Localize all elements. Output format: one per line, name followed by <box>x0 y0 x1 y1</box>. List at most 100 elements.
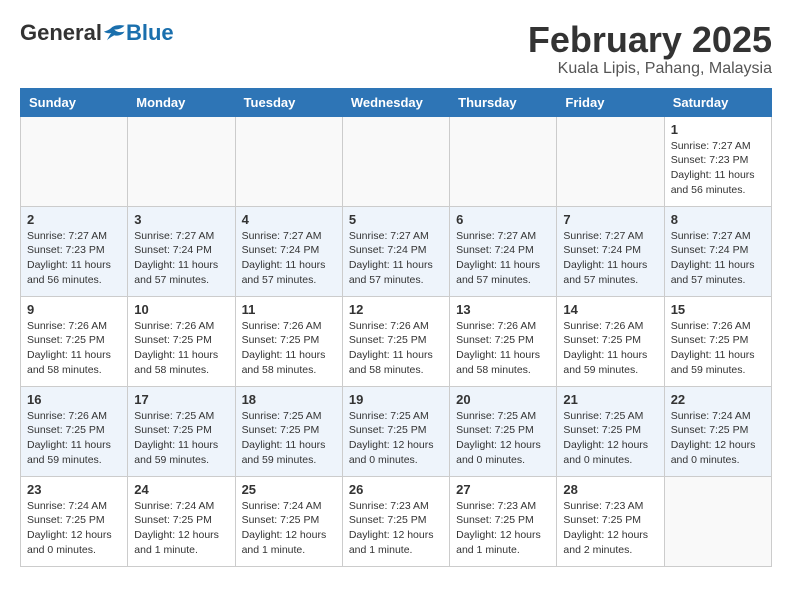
calendar-week-row: 23Sunrise: 7:24 AM Sunset: 7:25 PM Dayli… <box>21 476 772 566</box>
day-info: Sunrise: 7:27 AM Sunset: 7:24 PM Dayligh… <box>671 229 765 288</box>
calendar-day-cell: 18 Sunrise: 7:25 AM Sunset: 7:25 PM Dayli… <box>235 386 342 476</box>
calendar-day-cell: 7 Sunrise: 7:27 AM Sunset: 7:24 PM Daylig… <box>557 206 664 296</box>
day-info: Sunrise: 7:24 AM Sunset: 7:25 PM Dayligh… <box>242 499 336 558</box>
day-number: 21 <box>563 392 657 407</box>
weekday-header-row: SundayMondayTuesdayWednesdayThursdayFrid… <box>21 88 772 116</box>
day-number: 1 <box>671 122 765 137</box>
day-number: 27 <box>456 482 550 497</box>
calendar-day-cell: 25 Sunrise: 7:24 AM Sunset: 7:25 PM Dayli… <box>235 476 342 566</box>
day-number: 4 <box>242 212 336 227</box>
page-header: General Blue February 2025 Kuala Lipis, … <box>20 20 772 78</box>
calendar-day-cell: 16Sunrise: 7:26 AM Sunset: 7:25 PM Dayli… <box>21 386 128 476</box>
day-number: 25 <box>242 482 336 497</box>
day-info: Sunrise: 7:26 AM Sunset: 7:25 PM Dayligh… <box>671 319 765 378</box>
day-number: 8 <box>671 212 765 227</box>
day-info: Sunrise: 7:25 AM Sunset: 7:25 PM Dayligh… <box>456 409 550 468</box>
calendar-day-cell: 23Sunrise: 7:24 AM Sunset: 7:25 PM Dayli… <box>21 476 128 566</box>
weekday-header-cell: Sunday <box>21 88 128 116</box>
calendar-day-cell: 24 Sunrise: 7:24 AM Sunset: 7:25 PM Dayli… <box>128 476 235 566</box>
calendar-day-cell: 8 Sunrise: 7:27 AM Sunset: 7:24 PM Daylig… <box>664 206 771 296</box>
day-info: Sunrise: 7:27 AM Sunset: 7:24 PM Dayligh… <box>134 229 228 288</box>
day-info: Sunrise: 7:23 AM Sunset: 7:25 PM Dayligh… <box>456 499 550 558</box>
day-number: 3 <box>134 212 228 227</box>
day-number: 15 <box>671 302 765 317</box>
logo-bird-icon <box>104 24 126 42</box>
calendar-day-cell: 26Sunrise: 7:23 AM Sunset: 7:25 PM Dayli… <box>342 476 449 566</box>
day-info: Sunrise: 7:27 AM Sunset: 7:24 PM Dayligh… <box>456 229 550 288</box>
calendar-day-cell: 28 Sunrise: 7:23 AM Sunset: 7:25 PM Dayli… <box>557 476 664 566</box>
calendar-day-cell: 2 Sunrise: 7:27 AM Sunset: 7:23 PM Daylig… <box>21 206 128 296</box>
calendar-day-cell: 17 Sunrise: 7:25 AM Sunset: 7:25 PM Dayli… <box>128 386 235 476</box>
day-info: Sunrise: 7:27 AM Sunset: 7:24 PM Dayligh… <box>242 229 336 288</box>
day-info: Sunrise: 7:26 AM Sunset: 7:25 PM Dayligh… <box>563 319 657 378</box>
day-info: Sunrise: 7:24 AM Sunset: 7:25 PM Dayligh… <box>27 499 121 558</box>
calendar-week-row: 2 Sunrise: 7:27 AM Sunset: 7:23 PM Daylig… <box>21 206 772 296</box>
calendar-day-cell <box>342 116 449 206</box>
day-number: 13 <box>456 302 550 317</box>
calendar-day-cell <box>450 116 557 206</box>
calendar-week-row: 16Sunrise: 7:26 AM Sunset: 7:25 PM Dayli… <box>21 386 772 476</box>
calendar-day-cell: 9 Sunrise: 7:26 AM Sunset: 7:25 PM Daylig… <box>21 296 128 386</box>
day-info: Sunrise: 7:25 AM Sunset: 7:25 PM Dayligh… <box>349 409 443 468</box>
day-info: Sunrise: 7:25 AM Sunset: 7:25 PM Dayligh… <box>242 409 336 468</box>
day-info: Sunrise: 7:27 AM Sunset: 7:24 PM Dayligh… <box>563 229 657 288</box>
weekday-header-cell: Saturday <box>664 88 771 116</box>
calendar-day-cell: 15 Sunrise: 7:26 AM Sunset: 7:25 PM Dayli… <box>664 296 771 386</box>
day-number: 9 <box>27 302 121 317</box>
day-info: Sunrise: 7:24 AM Sunset: 7:25 PM Dayligh… <box>134 499 228 558</box>
calendar-day-cell: 6 Sunrise: 7:27 AM Sunset: 7:24 PM Daylig… <box>450 206 557 296</box>
day-info: Sunrise: 7:26 AM Sunset: 7:25 PM Dayligh… <box>456 319 550 378</box>
weekday-header-cell: Wednesday <box>342 88 449 116</box>
day-number: 22 <box>671 392 765 407</box>
day-number: 14 <box>563 302 657 317</box>
calendar-day-cell: 12 Sunrise: 7:26 AM Sunset: 7:25 PM Dayli… <box>342 296 449 386</box>
day-info: Sunrise: 7:25 AM Sunset: 7:25 PM Dayligh… <box>134 409 228 468</box>
day-info: Sunrise: 7:27 AM Sunset: 7:23 PM Dayligh… <box>671 139 765 198</box>
day-number: 18 <box>242 392 336 407</box>
calendar-day-cell: 11Sunrise: 7:26 AM Sunset: 7:25 PM Dayli… <box>235 296 342 386</box>
day-info: Sunrise: 7:23 AM Sunset: 7:25 PM Dayligh… <box>563 499 657 558</box>
day-info: Sunrise: 7:26 AM Sunset: 7:25 PM Dayligh… <box>134 319 228 378</box>
day-number: 6 <box>456 212 550 227</box>
day-number: 28 <box>563 482 657 497</box>
day-info: Sunrise: 7:26 AM Sunset: 7:25 PM Dayligh… <box>349 319 443 378</box>
day-info: Sunrise: 7:26 AM Sunset: 7:25 PM Dayligh… <box>27 319 121 378</box>
calendar-day-cell: 3 Sunrise: 7:27 AM Sunset: 7:24 PM Daylig… <box>128 206 235 296</box>
day-number: 5 <box>349 212 443 227</box>
day-info: Sunrise: 7:24 AM Sunset: 7:25 PM Dayligh… <box>671 409 765 468</box>
day-number: 26 <box>349 482 443 497</box>
day-number: 19 <box>349 392 443 407</box>
day-info: Sunrise: 7:27 AM Sunset: 7:23 PM Dayligh… <box>27 229 121 288</box>
calendar-day-cell: 13 Sunrise: 7:26 AM Sunset: 7:25 PM Dayli… <box>450 296 557 386</box>
day-number: 20 <box>456 392 550 407</box>
calendar-day-cell <box>128 116 235 206</box>
calendar-title: February 2025 <box>528 20 772 60</box>
day-number: 16 <box>27 392 121 407</box>
calendar-day-cell: 10 Sunrise: 7:26 AM Sunset: 7:25 PM Dayli… <box>128 296 235 386</box>
calendar-day-cell: 5 Sunrise: 7:27 AM Sunset: 7:24 PM Daylig… <box>342 206 449 296</box>
day-number: 12 <box>349 302 443 317</box>
calendar-day-cell: 22 Sunrise: 7:24 AM Sunset: 7:25 PM Dayli… <box>664 386 771 476</box>
calendar-day-cell: 4 Sunrise: 7:27 AM Sunset: 7:24 PM Daylig… <box>235 206 342 296</box>
calendar-day-cell: 1 Sunrise: 7:27 AM Sunset: 7:23 PM Daylig… <box>664 116 771 206</box>
calendar-day-cell: 20 Sunrise: 7:25 AM Sunset: 7:25 PM Dayli… <box>450 386 557 476</box>
calendar-week-row: 1 Sunrise: 7:27 AM Sunset: 7:23 PM Daylig… <box>21 116 772 206</box>
calendar-table: SundayMondayTuesdayWednesdayThursdayFrid… <box>20 88 772 567</box>
calendar-day-cell <box>235 116 342 206</box>
weekday-header-cell: Thursday <box>450 88 557 116</box>
day-info: Sunrise: 7:25 AM Sunset: 7:25 PM Dayligh… <box>563 409 657 468</box>
day-number: 2 <box>27 212 121 227</box>
calendar-day-cell <box>664 476 771 566</box>
calendar-subtitle: Kuala Lipis, Pahang, Malaysia <box>528 60 772 78</box>
weekday-header-cell: Friday <box>557 88 664 116</box>
calendar-day-cell: 27 Sunrise: 7:23 AM Sunset: 7:25 PM Dayli… <box>450 476 557 566</box>
day-number: 17 <box>134 392 228 407</box>
day-number: 11 <box>242 302 336 317</box>
day-number: 24 <box>134 482 228 497</box>
day-number: 10 <box>134 302 228 317</box>
day-number: 7 <box>563 212 657 227</box>
day-info: Sunrise: 7:27 AM Sunset: 7:24 PM Dayligh… <box>349 229 443 288</box>
calendar-day-cell <box>21 116 128 206</box>
logo: General Blue <box>20 20 174 46</box>
calendar-day-cell: 21 Sunrise: 7:25 AM Sunset: 7:25 PM Dayli… <box>557 386 664 476</box>
